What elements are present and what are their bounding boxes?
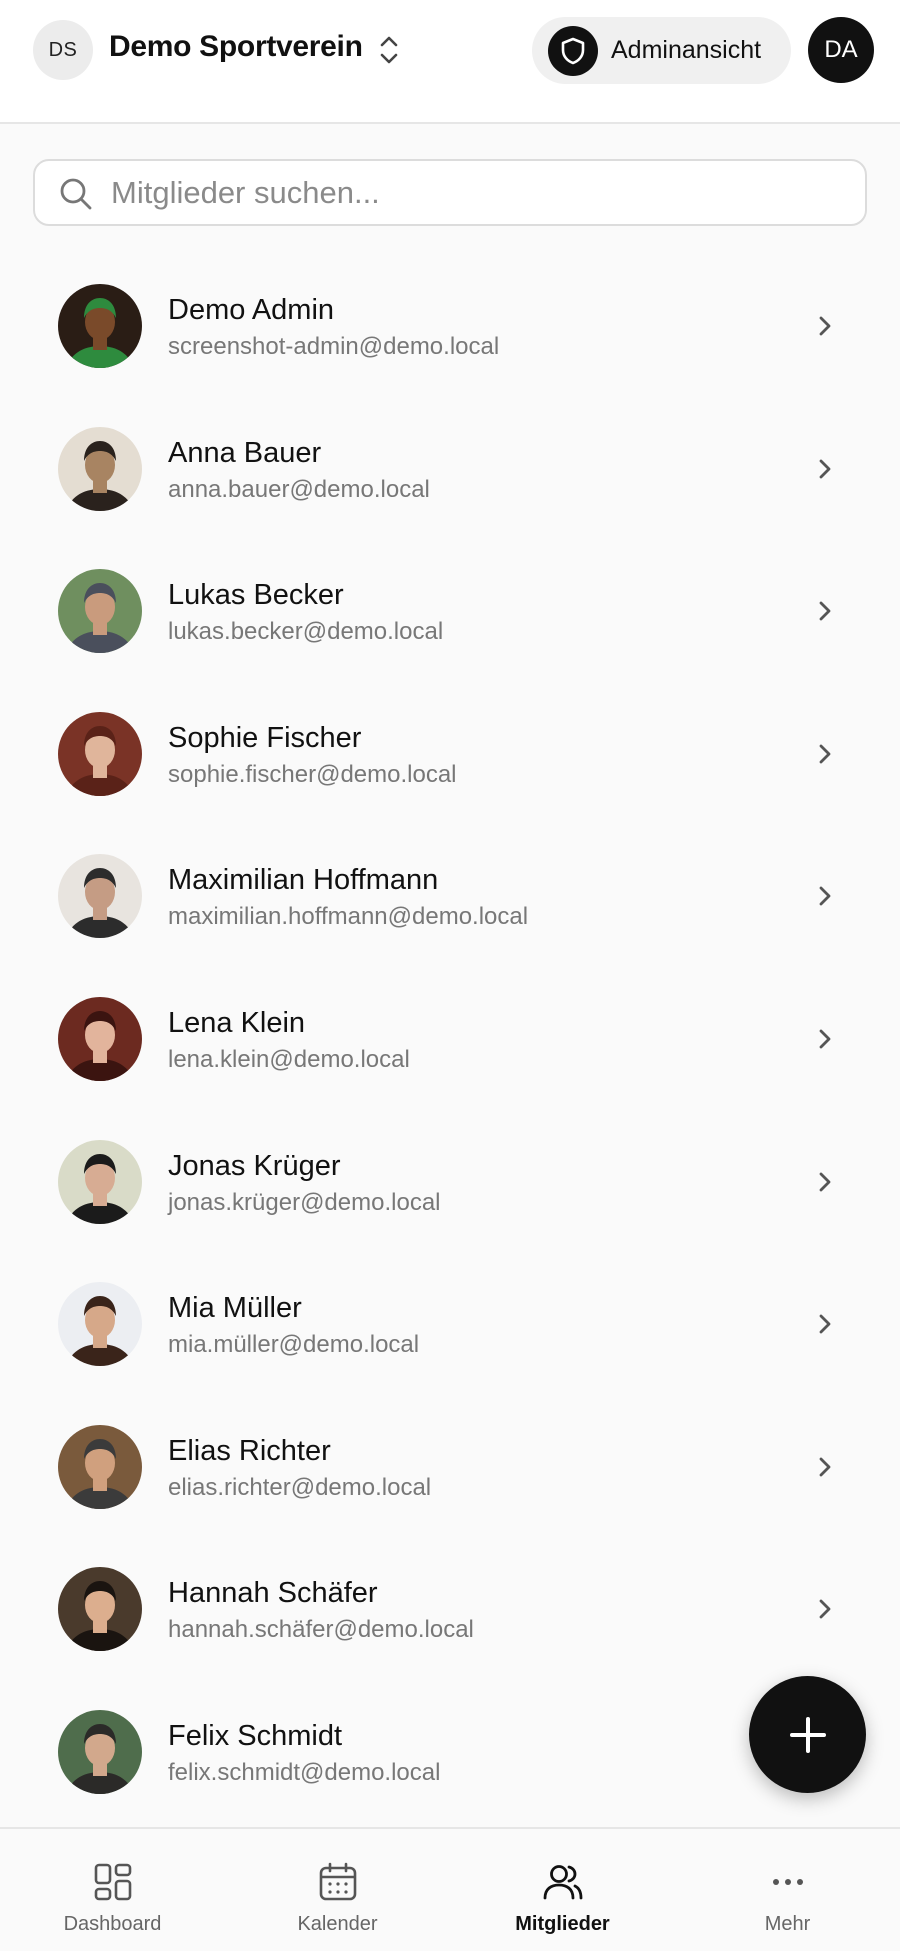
member-row[interactable]: Hannah Schäfer hannah.schäfer@demo.local [0,1537,900,1680]
members-icon [543,1865,583,1900]
member-avatar [58,854,142,939]
member-row[interactable]: Lena Klein lena.klein@demo.local [0,967,900,1110]
member-row[interactable]: Elias Richter elias.richter@demo.local [0,1395,900,1538]
app-header: DS Demo Sportverein Adminansicht DA [0,0,900,124]
member-email: felix.schmidt@demo.local [168,1758,441,1786]
member-row[interactable]: Maximilian Hoffmann maximilian.hoffmann@d… [0,824,900,967]
member-avatar [58,1282,142,1367]
member-avatar [58,1567,142,1652]
chevron-right-icon [819,1314,831,1334]
chevron-right-icon [819,601,831,621]
member-name: Anna Bauer [168,436,322,469]
chevron-right-icon [819,1172,831,1191]
member-email: lukas.becker@demo.local [168,618,444,646]
chevron-right-icon [819,1457,831,1477]
member-row[interactable]: Jonas Krüger jonas.krüger@demo.local [0,1110,900,1253]
shield-icon [548,26,598,76]
nav-item-dashboard[interactable]: Dashboard [0,1829,225,1951]
member-row[interactable]: Mia Müller mia.müller@demo.local [0,1252,900,1395]
bottom-navigation: Dashboard Kalender Mitglieder Mehr [0,1827,900,1951]
member-email: elias.richter@demo.local [168,1473,432,1501]
chevron-right-icon [819,459,831,478]
member-name: Lena Klein [168,1006,306,1039]
member-email: screenshot-admin@demo.local [168,333,500,360]
admin-view-button[interactable]: Adminansicht [532,17,791,84]
member-name: Felix Schmidt [168,1719,343,1752]
plus-icon [789,1716,826,1753]
chevron-up-down-icon[interactable] [374,32,404,68]
member-name: Jonas Krüger [168,1149,341,1182]
chevron-right-icon [819,316,831,336]
member-email: anna.bauer@demo.local [168,475,430,503]
nav-item-more[interactable]: Mehr [675,1829,900,1951]
member-avatar [58,569,142,654]
add-member-button[interactable] [749,1676,866,1793]
member-avatar [58,426,142,511]
search-input[interactable] [111,169,851,217]
member-search[interactable] [33,159,867,226]
member-name: Demo Admin [168,294,335,326]
member-name: Lukas Becker [168,579,344,612]
member-email: maximilian.hoffmann@demo.local [168,903,529,931]
member-row[interactable]: Demo Admin screenshot-admin@demo.local [0,254,900,397]
nav-label-calendar: Kalender [297,1913,378,1935]
member-name: Maximilian Hoffmann [168,864,439,897]
member-avatar [58,284,142,368]
dashboard-icon [94,1863,132,1901]
calendar-icon [319,1862,357,1901]
nav-label-more: Mehr [764,1913,811,1935]
member-row[interactable]: Anna Bauer anna.bauer@demo.local [0,397,900,540]
member-row[interactable]: Lukas Becker lukas.becker@demo.local [0,539,900,682]
chevron-right-icon [819,886,831,906]
member-email: jonas.krüger@demo.local [168,1188,441,1216]
member-email: mia.müller@demo.local [168,1331,420,1359]
member-avatar [58,1139,142,1224]
member-list: Demo Admin screenshot-admin@demo.local Ann… [0,254,900,1823]
member-name: Sophie Fischer [168,721,362,754]
member-name: Elias Richter [168,1434,331,1467]
member-email: lena.klein@demo.local [168,1045,410,1073]
member-row[interactable]: Sophie Fischer sophie.fischer@demo.local [0,682,900,825]
nav-item-members[interactable]: Mitglieder [450,1829,675,1951]
member-avatar [58,1709,142,1794]
more-icon [773,1879,803,1885]
member-email: sophie.fischer@demo.local [168,760,457,788]
chevron-right-icon [819,1029,831,1049]
member-avatar [58,996,142,1081]
member-name: Mia Müller [168,1292,302,1325]
nav-item-calendar[interactable]: Kalender [225,1829,450,1951]
org-avatar[interactable]: DS [33,20,93,80]
nav-label-dashboard: Dashboard [63,1913,162,1935]
org-name[interactable]: Demo Sportverein [109,30,363,64]
search-icon [60,178,92,210]
member-name: Hannah Schäfer [168,1577,378,1610]
member-avatar [58,711,142,796]
chevron-right-icon [819,744,831,764]
chevron-right-icon [819,1599,831,1619]
nav-label-members: Mitglieder [515,1913,610,1935]
member-email: hannah.schäfer@demo.local [168,1616,474,1644]
admin-view-label: Adminansicht [611,36,762,64]
member-avatar [58,1424,142,1509]
user-avatar[interactable]: DA [808,17,874,83]
